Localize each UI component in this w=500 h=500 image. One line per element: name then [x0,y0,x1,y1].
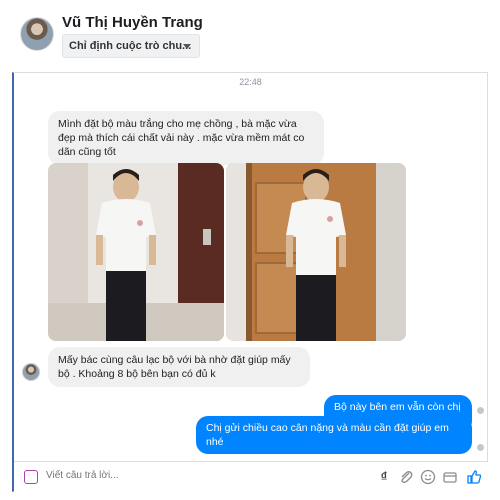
like-icon[interactable] [466,469,482,485]
conversation-header: Vũ Thị Huyền Trang Chỉ định cuộc trò chu… [0,0,500,70]
customer-photo-image [226,163,406,341]
message-text: Mình đặt bộ màu trắng cho mẹ chồng , bà … [58,118,305,158]
contact-avatar-small [22,363,40,381]
assign-conversation-dropdown[interactable]: Chỉ định cuộc trò chu... [62,34,200,58]
attachment-icon[interactable] [398,469,414,485]
payment-icon[interactable] [442,469,458,485]
contact-avatar[interactable] [20,17,54,51]
currency-dong-icon[interactable]: ₫ [376,469,392,485]
message-composer: ₫ [14,461,488,492]
message-bubble-incoming: Mình đặt bộ màu trắng cho mẹ chồng , bà … [48,111,324,165]
message-bubble-outgoing: Chị gửi chiều cao cân nặng và màu cần đặ… [196,416,472,454]
assign-label: Chỉ định cuộc trò chu... [69,40,192,52]
chevron-down-icon [183,44,191,49]
composer-app-icon[interactable] [24,470,38,484]
message-thread: 22:48 Mình đặt bộ màu trắng cho mẹ chồng… [12,72,488,492]
message-text: Mấy bác cùng câu lạc bộ với bà nhờ đặt g… [58,354,291,380]
emoji-icon[interactable] [420,469,436,485]
customer-photo-image [48,163,224,341]
contact-name[interactable]: Vũ Thị Huyền Trang [62,14,203,31]
photo-attachment-2[interactable] [226,163,406,341]
thread-timestamp: 22:48 [239,77,262,87]
message-bubble-incoming: Mấy bác cùng câu lạc bộ với bà nhờ đặt g… [48,347,310,387]
reply-input[interactable] [46,470,246,481]
seen-indicator-icon [477,444,484,451]
seen-indicator-icon [477,407,484,414]
message-text: Chị gửi chiều cao cân nặng và màu cần đặ… [206,422,449,448]
photo-attachment-1[interactable] [48,163,224,341]
